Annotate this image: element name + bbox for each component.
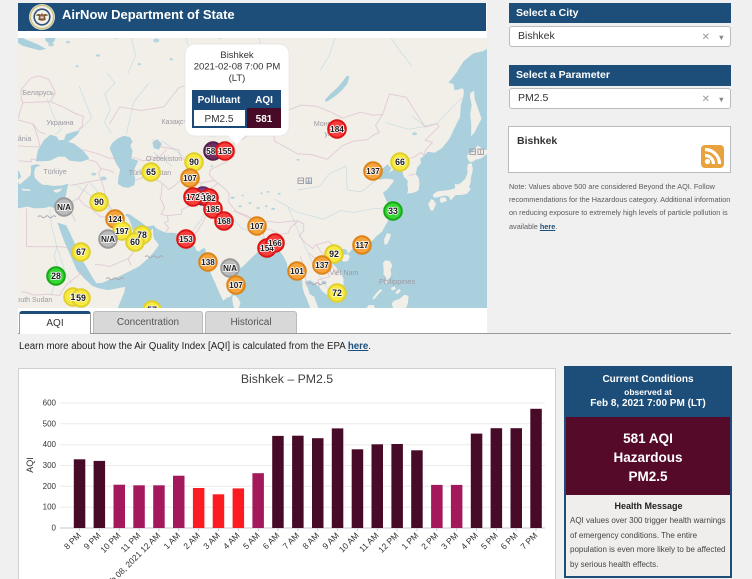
svg-text:Viêt Nam: Viêt Nam bbox=[330, 270, 359, 277]
svg-text:5 PM: 5 PM bbox=[479, 530, 500, 551]
svg-text:107: 107 bbox=[229, 281, 243, 290]
svg-text:N/A: N/A bbox=[223, 264, 237, 273]
svg-text:107: 107 bbox=[183, 174, 197, 183]
svg-text:Pollutant: Pollutant bbox=[198, 95, 241, 106]
svg-text:8 AM: 8 AM bbox=[300, 530, 321, 551]
svg-text:6 AM: 6 AM bbox=[261, 530, 282, 551]
svg-text:(LT): (LT) bbox=[229, 73, 246, 84]
svg-text:3 PM: 3 PM bbox=[439, 530, 460, 551]
svg-text:10 PM: 10 PM bbox=[98, 530, 122, 554]
svg-text:137: 137 bbox=[366, 167, 380, 176]
svg-text:8 PM: 8 PM bbox=[62, 530, 83, 551]
svg-text:166: 166 bbox=[268, 239, 282, 248]
svg-text:153: 153 bbox=[179, 235, 193, 244]
svg-text:N/A: N/A bbox=[101, 235, 115, 244]
svg-text:72: 72 bbox=[332, 288, 342, 298]
svg-text:Украина: Украина bbox=[46, 118, 73, 127]
svg-text:România: România bbox=[18, 134, 31, 143]
svg-text:10 AM: 10 AM bbox=[337, 530, 361, 554]
svg-text:Bishkek – PM2.5: Bishkek – PM2.5 bbox=[241, 372, 333, 386]
svg-text:4 PM: 4 PM bbox=[459, 530, 480, 551]
svg-text:Беларусь: Беларусь bbox=[22, 88, 54, 97]
svg-text:184: 184 bbox=[330, 125, 344, 134]
svg-text:11 AM: 11 AM bbox=[357, 530, 381, 554]
svg-text:67: 67 bbox=[76, 247, 86, 257]
svg-text:197: 197 bbox=[115, 227, 129, 236]
svg-text:138: 138 bbox=[201, 258, 215, 267]
svg-text:60: 60 bbox=[130, 237, 140, 247]
svg-text:0: 0 bbox=[52, 524, 57, 533]
svg-text:2021-02-08 7:00 PM: 2021-02-08 7:00 PM bbox=[194, 62, 281, 73]
svg-text:AQI: AQI bbox=[25, 457, 35, 473]
svg-text:200: 200 bbox=[43, 482, 57, 491]
svg-text:92: 92 bbox=[329, 249, 339, 259]
svg-text:3 AM: 3 AM bbox=[201, 530, 222, 551]
svg-text:1 PM: 1 PM bbox=[399, 530, 420, 551]
svg-text:Bishkek: Bishkek bbox=[220, 50, 254, 61]
svg-text:Philippines: Philippines bbox=[379, 277, 416, 286]
svg-text:1 AM: 1 AM bbox=[161, 530, 182, 551]
svg-text:7 PM: 7 PM bbox=[518, 530, 539, 551]
svg-text:N/A: N/A bbox=[57, 203, 71, 212]
svg-text:33: 33 bbox=[388, 206, 398, 216]
svg-text:2 PM: 2 PM bbox=[419, 530, 440, 551]
svg-text:66: 66 bbox=[395, 157, 405, 167]
svg-text:28: 28 bbox=[51, 271, 61, 281]
svg-text:1: 1 bbox=[71, 292, 76, 302]
svg-text:South Sudan: South Sudan bbox=[18, 297, 52, 304]
svg-text:7 AM: 7 AM bbox=[281, 530, 302, 551]
svg-text:90: 90 bbox=[189, 157, 199, 167]
svg-text:182: 182 bbox=[202, 194, 216, 203]
svg-text:100: 100 bbox=[43, 503, 57, 512]
svg-text:2 AM: 2 AM bbox=[181, 530, 202, 551]
svg-text:57: 57 bbox=[147, 305, 157, 308]
svg-text:5 AM: 5 AM bbox=[241, 530, 262, 551]
svg-text:300: 300 bbox=[43, 461, 57, 470]
svg-text:Türkiye: Türkiye bbox=[43, 167, 67, 176]
svg-text:101: 101 bbox=[290, 267, 304, 276]
svg-text:600: 600 bbox=[43, 399, 57, 408]
svg-text:59: 59 bbox=[76, 293, 86, 303]
svg-text:137: 137 bbox=[315, 261, 329, 270]
svg-text:155: 155 bbox=[218, 147, 232, 156]
svg-text:172: 172 bbox=[186, 193, 200, 202]
svg-text:168: 168 bbox=[217, 217, 231, 226]
svg-text:PM2.5: PM2.5 bbox=[205, 114, 234, 125]
svg-text:4 AM: 4 AM bbox=[221, 530, 242, 551]
svg-text:65: 65 bbox=[146, 167, 156, 177]
svg-text:117: 117 bbox=[355, 241, 369, 250]
svg-text:500: 500 bbox=[43, 419, 57, 428]
svg-text:6 PM: 6 PM bbox=[499, 530, 520, 551]
svg-text:185: 185 bbox=[206, 205, 220, 214]
svg-text:12 PM: 12 PM bbox=[376, 530, 400, 554]
svg-text:400: 400 bbox=[43, 440, 57, 449]
svg-text:581: 581 bbox=[256, 114, 273, 125]
svg-text:90: 90 bbox=[94, 197, 104, 207]
svg-text:107: 107 bbox=[250, 222, 264, 231]
svg-text:AQI: AQI bbox=[255, 95, 273, 106]
svg-text:O'zbekiston: O'zbekiston bbox=[146, 156, 182, 163]
svg-text:124: 124 bbox=[108, 215, 122, 224]
